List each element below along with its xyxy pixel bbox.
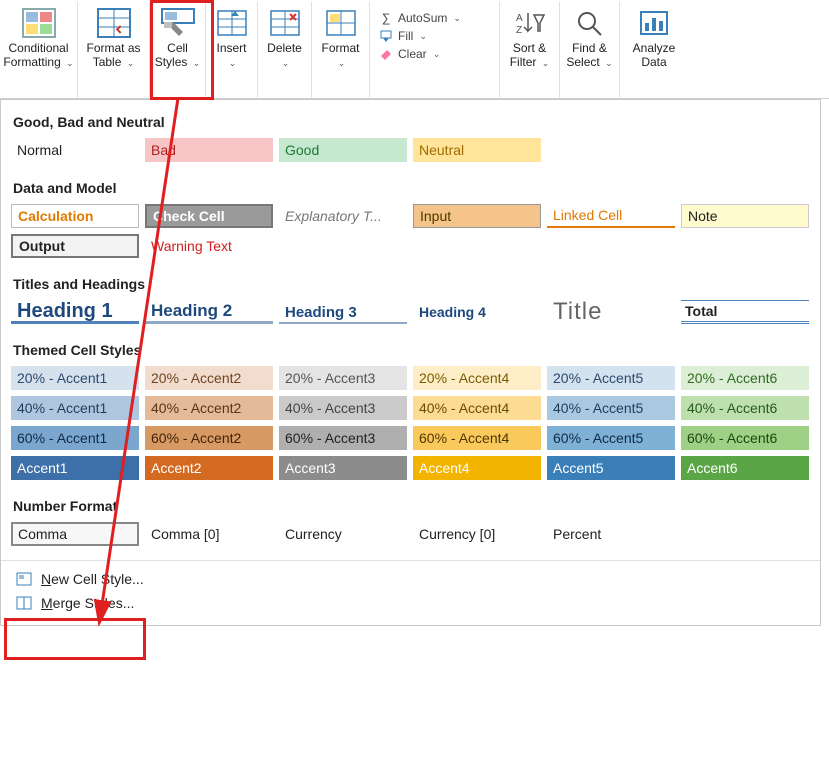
find-select-icon: [571, 6, 609, 40]
analyze-data-icon: [635, 6, 673, 40]
style-normal[interactable]: Normal: [11, 138, 139, 162]
style-comma-0[interactable]: Comma [0]: [145, 522, 273, 546]
style-accent1-60[interactable]: 60% - Accent1: [11, 426, 139, 450]
style-currency[interactable]: Currency: [279, 522, 407, 546]
cell-styles-button[interactable]: CellStyles ⌄: [150, 2, 206, 98]
label: CellStyles ⌄: [155, 42, 201, 70]
sigma-icon: ∑: [378, 11, 394, 25]
style-accent6[interactable]: Accent6: [681, 456, 809, 480]
section-data-model: Data and Model: [1, 172, 820, 202]
style-warning-text[interactable]: Warning Text: [145, 234, 273, 258]
style-accent4-60[interactable]: 60% - Accent4: [413, 426, 541, 450]
eraser-icon: [378, 47, 394, 61]
analyze-data-button[interactable]: AnalyzeData: [620, 2, 688, 98]
label: ConditionalFormatting ⌄: [3, 42, 73, 70]
style-heading-2[interactable]: Heading 2: [145, 300, 273, 324]
format-cells-icon: [322, 6, 360, 40]
style-output[interactable]: Output: [11, 234, 139, 258]
style-good[interactable]: Good: [279, 138, 407, 162]
clear-button[interactable]: Clear ⌄: [376, 46, 463, 62]
ribbon-toolbar: ConditionalFormatting ⌄ Format asTable ⌄…: [0, 0, 829, 99]
label: Delete⌄: [267, 42, 302, 70]
style-accent5-40[interactable]: 40% - Accent5: [547, 396, 675, 420]
label: AutoSum: [398, 11, 447, 25]
style-linked-cell[interactable]: Linked Cell: [547, 204, 675, 228]
fill-button[interactable]: Fill ⌄: [376, 28, 463, 44]
label: AnalyzeData: [633, 42, 676, 70]
new-cell-style-menu[interactable]: New Cell Style...: [11, 567, 810, 591]
conditional-formatting-icon: [20, 6, 58, 40]
format-button[interactable]: Format⌄: [312, 2, 370, 98]
style-accent1-40[interactable]: 40% - Accent1: [11, 396, 139, 420]
style-accent1-20[interactable]: 20% - Accent1: [11, 366, 139, 390]
style-heading-4[interactable]: Heading 4: [413, 300, 541, 324]
style-accent4[interactable]: Accent4: [413, 456, 541, 480]
section-themed: Themed Cell Styles: [1, 334, 820, 364]
merge-styles-icon: [15, 595, 33, 611]
label: Format asTable ⌄: [86, 42, 140, 70]
cell-styles-gallery: Good, Bad and Neutral Normal Bad Good Ne…: [0, 99, 821, 626]
format-as-table-button[interactable]: Format asTable ⌄: [78, 2, 150, 98]
style-currency-0[interactable]: Currency [0]: [413, 522, 541, 546]
editing-group: ∑ AutoSum ⌄ Fill ⌄ Clear ⌄: [370, 2, 500, 98]
style-accent1[interactable]: Accent1: [11, 456, 139, 480]
label: Find &Select ⌄: [566, 42, 612, 70]
cell-styles-icon: [159, 6, 197, 40]
find-select-button[interactable]: Find &Select ⌄: [560, 2, 620, 98]
style-accent2-60[interactable]: 60% - Accent2: [145, 426, 273, 450]
label: Clear: [398, 47, 427, 61]
style-title[interactable]: Title: [547, 300, 675, 324]
style-comma[interactable]: Comma: [11, 522, 139, 546]
section-number-format: Number Format: [1, 490, 820, 520]
section-good-bad-neutral: Good, Bad and Neutral: [1, 106, 820, 136]
style-accent5-20[interactable]: 20% - Accent5: [547, 366, 675, 390]
sort-filter-icon: AZ: [511, 6, 549, 40]
style-accent6-40[interactable]: 40% - Accent6: [681, 396, 809, 420]
conditional-formatting-button[interactable]: ConditionalFormatting ⌄: [0, 2, 78, 98]
style-note[interactable]: Note: [681, 204, 809, 228]
style-accent4-20[interactable]: 20% - Accent4: [413, 366, 541, 390]
style-accent5-60[interactable]: 60% - Accent5: [547, 426, 675, 450]
style-percent[interactable]: Percent: [547, 522, 675, 546]
insert-cells-icon: [213, 6, 251, 40]
style-calculation[interactable]: Calculation: [11, 204, 139, 228]
style-explanatory[interactable]: Explanatory T...: [279, 204, 407, 228]
style-accent2-40[interactable]: 40% - Accent2: [145, 396, 273, 420]
format-as-table-icon: [95, 6, 133, 40]
delete-button[interactable]: Delete⌄: [258, 2, 312, 98]
label: Format⌄: [321, 42, 359, 70]
style-total[interactable]: Total: [681, 300, 809, 324]
new-style-icon: [15, 571, 33, 587]
style-accent3-60[interactable]: 60% - Accent3: [279, 426, 407, 450]
style-accent5[interactable]: Accent5: [547, 456, 675, 480]
style-input[interactable]: Input: [413, 204, 541, 228]
label: Sort &Filter ⌄: [510, 42, 550, 70]
style-accent3[interactable]: Accent3: [279, 456, 407, 480]
style-heading-1[interactable]: Heading 1: [11, 300, 139, 324]
style-accent2[interactable]: Accent2: [145, 456, 273, 480]
style-heading-3[interactable]: Heading 3: [279, 300, 407, 324]
autosum-button[interactable]: ∑ AutoSum ⌄: [376, 10, 463, 26]
label: New Cell Style...: [41, 571, 144, 587]
insert-button[interactable]: Insert⌄: [206, 2, 258, 98]
style-accent2-20[interactable]: 20% - Accent2: [145, 366, 273, 390]
style-accent3-40[interactable]: 40% - Accent3: [279, 396, 407, 420]
style-accent6-60[interactable]: 60% - Accent6: [681, 426, 809, 450]
style-bad[interactable]: Bad: [145, 138, 273, 162]
style-accent3-20[interactable]: 20% - Accent3: [279, 366, 407, 390]
label: Merge Styles...: [41, 595, 134, 611]
style-accent4-40[interactable]: 40% - Accent4: [413, 396, 541, 420]
merge-styles-menu[interactable]: Merge Styles...: [11, 591, 810, 615]
label: Fill: [398, 29, 413, 43]
svg-text:A: A: [516, 13, 523, 24]
style-accent6-20[interactable]: 20% - Accent6: [681, 366, 809, 390]
style-neutral[interactable]: Neutral: [413, 138, 541, 162]
delete-cells-icon: [266, 6, 304, 40]
section-titles-headings: Titles and Headings: [1, 268, 820, 298]
label: Insert⌄: [216, 42, 246, 70]
svg-text:Z: Z: [516, 25, 522, 36]
style-check-cell[interactable]: Check Cell: [145, 204, 273, 228]
sort-filter-button[interactable]: AZ Sort &Filter ⌄: [500, 2, 560, 98]
fill-down-icon: [378, 29, 394, 43]
